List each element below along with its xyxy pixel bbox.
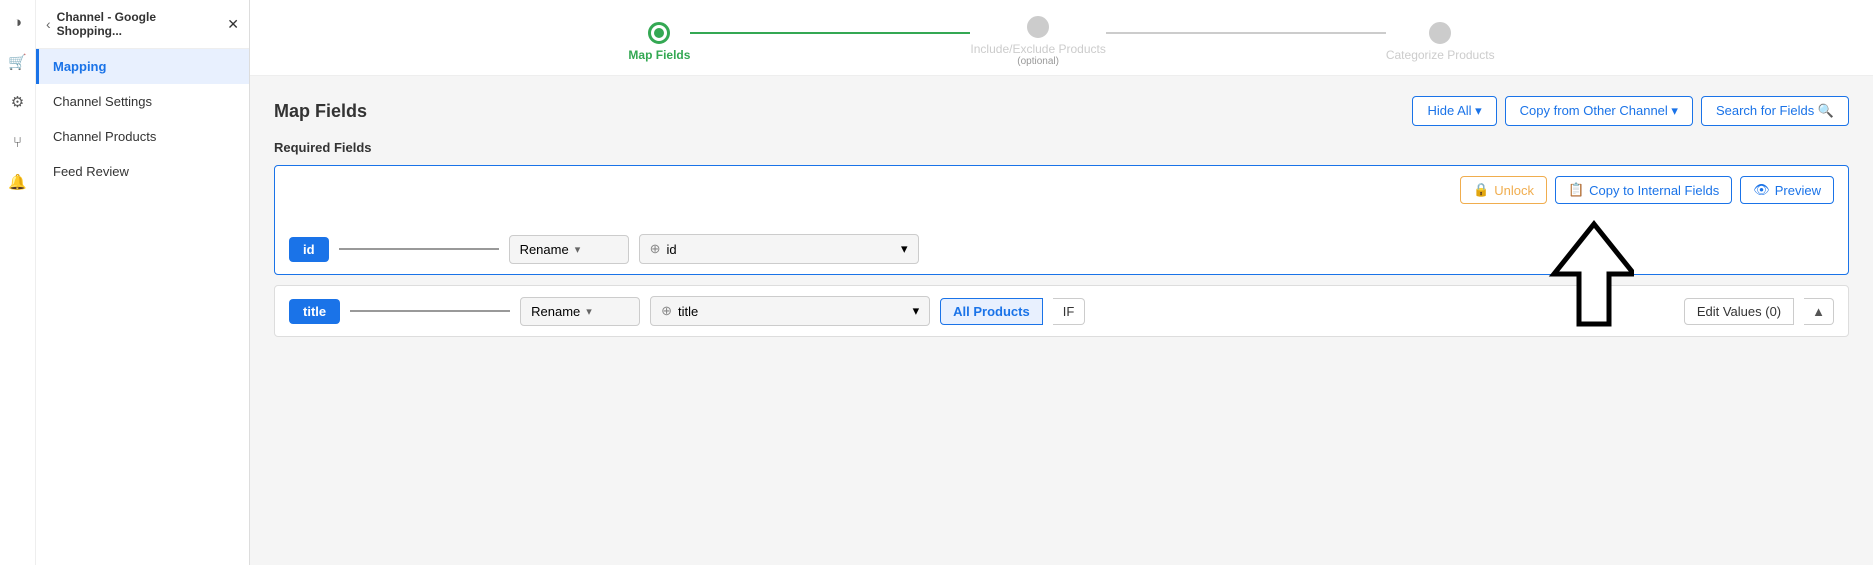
step-line-1 <box>690 32 970 34</box>
edit-values-button[interactable]: Edit Values (0) <box>1684 298 1794 325</box>
preview-button[interactable]: 👁 Preview <box>1740 176 1834 204</box>
chart-icon[interactable]: ◑ <box>6 10 30 34</box>
unlock-button[interactable]: 🔒 Unlock <box>1460 176 1547 204</box>
map-fields-header: Map Fields Hide All ▾ Copy from Other Ch… <box>274 96 1849 126</box>
field-card-id-actions: 🔒 Unlock 📋 Copy to Internal Fields 👁 Pre… <box>289 176 1834 204</box>
main-content: Map Fields Include/Exclude Products (opt… <box>250 0 1873 565</box>
chevron-down-icon-value-title: ▾ <box>913 303 920 319</box>
copy-icon: 📋 <box>1568 182 1584 198</box>
rename-label-id: Rename <box>520 242 569 257</box>
lock-icon: 🔒 <box>1473 182 1489 198</box>
expand-button[interactable]: ▲ <box>1804 298 1834 325</box>
field-card-id-row: id Rename ▾ ⊕ id ▾ <box>289 234 1834 264</box>
step-bar: Map Fields Include/Exclude Products (opt… <box>250 0 1873 76</box>
step-circle-map-fields <box>648 22 670 44</box>
icon-sidebar: ◑ 🛒 ⚙ ⑂ 🔔 <box>0 0 36 565</box>
field-line-id <box>339 248 499 250</box>
chevron-down-icon-value-id: ▾ <box>901 241 908 257</box>
if-button[interactable]: IF <box>1053 298 1086 325</box>
sidebar-title: Channel - Google Shopping... <box>57 10 222 38</box>
rename-label-title: Rename <box>531 304 580 319</box>
step-label-categorize: Categorize Products <box>1386 48 1495 62</box>
value-box-id[interactable]: ⊕ id ▾ <box>639 234 919 264</box>
map-fields-title: Map Fields <box>274 101 367 122</box>
text-sidebar: ‹ Channel - Google Shopping... ✕ Mapping… <box>36 0 249 565</box>
sidebar-item-channel-settings[interactable]: Channel Settings <box>36 84 249 119</box>
chevron-down-icon-rename-id: ▾ <box>575 243 581 256</box>
search-for-fields-button[interactable]: Search for Fields 🔍 <box>1701 96 1849 126</box>
required-fields-label: Required Fields <box>274 140 1849 155</box>
function-icon-title: ⊕ <box>661 303 672 319</box>
field-card-title: title Rename ▾ ⊕ title ▾ All Products IF… <box>274 285 1849 337</box>
step-label-map-fields: Map Fields <box>628 48 690 62</box>
step-map-fields: Map Fields <box>628 22 690 62</box>
value-label-id: id <box>666 242 676 257</box>
sidebar-item-feed-review[interactable]: Feed Review <box>36 154 249 189</box>
rename-select-id[interactable]: Rename ▾ <box>509 235 629 264</box>
gear-icon[interactable]: ⚙ <box>6 90 30 114</box>
chevron-down-icon-rename-title: ▾ <box>586 305 592 318</box>
cart-icon[interactable]: 🛒 <box>6 50 30 74</box>
eye-icon: 👁 <box>1753 182 1770 198</box>
rename-select-title[interactable]: Rename ▾ <box>520 297 640 326</box>
value-label-title: title <box>678 304 698 319</box>
step-include-exclude: Include/Exclude Products (optional) <box>970 16 1105 67</box>
back-button[interactable]: ‹ <box>46 16 51 32</box>
fork-icon[interactable]: ⑂ <box>6 130 30 154</box>
field-row-title: title Rename ▾ ⊕ title ▾ All Products IF… <box>289 296 1834 326</box>
field-tag-id: id <box>289 237 329 262</box>
step-line-2 <box>1106 32 1386 34</box>
hide-all-button[interactable]: Hide All ▾ <box>1412 96 1496 126</box>
field-tag-title: title <box>289 299 340 324</box>
step-label-include-exclude: Include/Exclude Products <box>970 42 1105 56</box>
step-circle-include-exclude <box>1027 16 1049 38</box>
close-button[interactable]: ✕ <box>227 16 239 33</box>
sidebar: ◑ 🛒 ⚙ ⑂ 🔔 ‹ Channel - Google Shopping...… <box>0 0 250 565</box>
value-box-title[interactable]: ⊕ title ▾ <box>650 296 930 326</box>
sidebar-item-mapping[interactable]: Mapping <box>36 49 249 84</box>
preview-label: Preview <box>1775 183 1821 198</box>
header-buttons: Hide All ▾ Copy from Other Channel ▾ Sea… <box>1412 96 1849 126</box>
bell-icon[interactable]: 🔔 <box>6 170 30 194</box>
step-circle-categorize <box>1429 22 1451 44</box>
step-sublabel-include-exclude: (optional) <box>1017 56 1059 67</box>
step-categorize: Categorize Products <box>1386 22 1495 62</box>
all-products-button[interactable]: All Products <box>940 298 1043 325</box>
content-area: Map Fields Hide All ▾ Copy from Other Ch… <box>250 76 1873 565</box>
sidebar-header: ‹ Channel - Google Shopping... ✕ <box>36 0 249 49</box>
copy-to-internal-button[interactable]: 📋 Copy to Internal Fields <box>1555 176 1732 204</box>
field-line-title <box>350 310 510 312</box>
unlock-label: Unlock <box>1494 183 1534 198</box>
copy-from-other-button[interactable]: Copy from Other Channel ▾ <box>1505 96 1693 126</box>
sidebar-item-channel-products[interactable]: Channel Products <box>36 119 249 154</box>
function-icon-id: ⊕ <box>650 241 661 257</box>
field-card-id: 🔒 Unlock 📋 Copy to Internal Fields 👁 Pre… <box>274 165 1849 275</box>
copy-internal-label: Copy to Internal Fields <box>1589 183 1719 198</box>
